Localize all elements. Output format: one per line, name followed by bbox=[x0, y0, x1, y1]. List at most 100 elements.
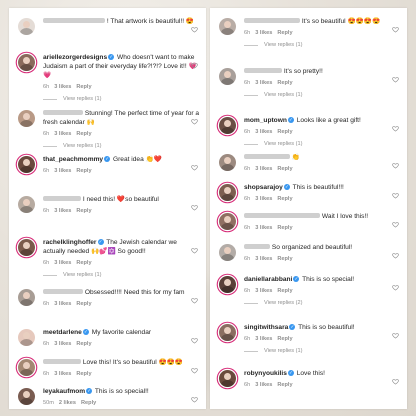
avatar[interactable] bbox=[219, 276, 236, 293]
like-count[interactable]: 3 likes bbox=[255, 382, 272, 388]
like-count[interactable]: 3 likes bbox=[255, 129, 272, 135]
username-link[interactable]: singitwithsara bbox=[244, 324, 288, 331]
reply-button[interactable]: Reply bbox=[76, 371, 91, 377]
reply-button[interactable]: Reply bbox=[76, 301, 91, 307]
username-link[interactable]: rachelklinghoffer bbox=[43, 239, 97, 246]
heart-icon[interactable] bbox=[392, 156, 399, 169]
like-count[interactable]: 3 likes bbox=[255, 336, 272, 342]
like-count[interactable]: 3 likes bbox=[255, 166, 272, 172]
comments-panel-right[interactable]: It's so beautiful 😍😍😍😍 6h 3 likes Reply View… bbox=[210, 8, 407, 409]
heart-icon[interactable] bbox=[191, 331, 198, 344]
like-count[interactable]: 3 likes bbox=[54, 168, 71, 174]
avatar[interactable] bbox=[18, 329, 35, 346]
view-replies-button[interactable]: View replies (1) bbox=[43, 272, 200, 278]
heart-icon[interactable] bbox=[191, 361, 198, 374]
view-replies-button[interactable]: View replies (1) bbox=[244, 141, 401, 147]
heart-icon[interactable] bbox=[191, 158, 198, 171]
like-count[interactable]: 3 likes bbox=[54, 301, 71, 307]
view-replies-button[interactable]: View replies (1) bbox=[43, 96, 200, 102]
like-count[interactable]: 3 likes bbox=[54, 84, 71, 90]
reply-button[interactable]: Reply bbox=[277, 30, 292, 36]
heart-icon[interactable] bbox=[392, 372, 399, 385]
username-link[interactable]: mom_uptown bbox=[244, 117, 287, 124]
like-count[interactable]: 3 likes bbox=[54, 371, 71, 377]
heart-icon[interactable] bbox=[191, 198, 198, 211]
comments-panel-left[interactable]: ! That artwork is beautiful!! 😍 ariellezo… bbox=[9, 8, 206, 409]
heart-icon[interactable] bbox=[191, 112, 198, 125]
heart-icon[interactable] bbox=[392, 215, 399, 228]
avatar[interactable] bbox=[219, 18, 236, 35]
reply-button[interactable]: Reply bbox=[277, 336, 292, 342]
like-count[interactable]: 3 likes bbox=[255, 288, 272, 294]
reply-button[interactable]: Reply bbox=[76, 260, 91, 266]
avatar[interactable] bbox=[18, 388, 35, 405]
view-replies-button[interactable]: View replies (1) bbox=[244, 92, 401, 98]
reply-button[interactable]: Reply bbox=[277, 382, 292, 388]
like-count[interactable]: 3 likes bbox=[255, 196, 272, 202]
like-count[interactable]: 3 likes bbox=[54, 131, 71, 137]
username-link[interactable]: shopsarajoy bbox=[244, 184, 283, 191]
like-count[interactable]: 3 likes bbox=[54, 341, 71, 347]
avatar[interactable] bbox=[18, 156, 35, 173]
avatar[interactable] bbox=[18, 239, 35, 256]
avatar[interactable] bbox=[18, 18, 35, 35]
avatar[interactable] bbox=[18, 359, 35, 376]
heart-icon[interactable] bbox=[191, 20, 198, 33]
view-replies-button[interactable]: View replies (1) bbox=[244, 42, 401, 48]
reply-button[interactable]: Reply bbox=[277, 288, 292, 294]
reply-button[interactable]: Reply bbox=[76, 341, 91, 347]
heart-icon[interactable] bbox=[392, 119, 399, 132]
reply-button[interactable]: Reply bbox=[277, 80, 292, 86]
reply-button[interactable]: Reply bbox=[277, 196, 292, 202]
reply-button[interactable]: Reply bbox=[76, 208, 91, 214]
avatar[interactable] bbox=[219, 244, 236, 261]
avatar[interactable] bbox=[219, 68, 236, 85]
avatar[interactable] bbox=[219, 370, 236, 387]
reply-button[interactable]: Reply bbox=[277, 166, 292, 172]
avatar[interactable] bbox=[18, 54, 35, 71]
reply-button[interactable]: Reply bbox=[76, 131, 91, 137]
avatar[interactable] bbox=[219, 117, 236, 134]
username-link[interactable]: meetdarlene bbox=[43, 329, 82, 336]
heart-icon[interactable] bbox=[191, 56, 198, 69]
avatar[interactable] bbox=[18, 289, 35, 306]
heart-icon[interactable] bbox=[392, 186, 399, 199]
heart-icon[interactable] bbox=[392, 246, 399, 259]
reply-button[interactable]: Reply bbox=[277, 225, 292, 231]
comment-text: Looks like a great gift! bbox=[296, 117, 361, 124]
username-link[interactable]: that_peachmommy bbox=[43, 156, 103, 163]
reply-button[interactable]: Reply bbox=[76, 168, 91, 174]
heart-icon[interactable] bbox=[392, 326, 399, 339]
username-link[interactable]: daniellarabbani bbox=[244, 276, 292, 283]
heart-icon[interactable] bbox=[392, 20, 399, 33]
heart-icon[interactable] bbox=[392, 70, 399, 83]
heart-icon[interactable] bbox=[191, 241, 198, 254]
reply-button[interactable]: Reply bbox=[277, 256, 292, 262]
like-count[interactable]: 3 likes bbox=[255, 80, 272, 86]
view-replies-button[interactable]: View replies (1) bbox=[244, 348, 401, 354]
avatar[interactable] bbox=[219, 213, 236, 230]
username-link[interactable]: leyakaufmom bbox=[43, 388, 85, 395]
avatar[interactable] bbox=[219, 154, 236, 171]
avatar[interactable] bbox=[18, 196, 35, 213]
username-link[interactable]: ariellezorgerdesigns bbox=[43, 54, 107, 61]
avatar[interactable] bbox=[18, 110, 35, 127]
like-count[interactable]: 2 likes bbox=[59, 400, 76, 406]
like-count[interactable]: 3 likes bbox=[54, 208, 71, 214]
like-count[interactable]: 3 likes bbox=[255, 225, 272, 231]
reply-button[interactable]: Reply bbox=[277, 129, 292, 135]
heart-icon[interactable] bbox=[191, 291, 198, 304]
view-replies-button[interactable]: View replies (1) bbox=[43, 143, 200, 149]
heart-icon[interactable] bbox=[392, 278, 399, 291]
reply-button[interactable]: Reply bbox=[81, 400, 96, 406]
reply-button[interactable]: Reply bbox=[76, 84, 91, 90]
avatar[interactable] bbox=[219, 324, 236, 341]
like-count[interactable]: 3 likes bbox=[54, 260, 71, 266]
comment-meta: 6h 3 likes Reply bbox=[43, 300, 200, 308]
username-link[interactable]: robynyoukilis bbox=[244, 370, 287, 377]
view-replies-button[interactable]: View replies (2) bbox=[244, 300, 401, 306]
heart-icon[interactable] bbox=[191, 390, 198, 403]
like-count[interactable]: 3 likes bbox=[255, 256, 272, 262]
like-count[interactable]: 3 likes bbox=[255, 30, 272, 36]
avatar[interactable] bbox=[219, 184, 236, 201]
